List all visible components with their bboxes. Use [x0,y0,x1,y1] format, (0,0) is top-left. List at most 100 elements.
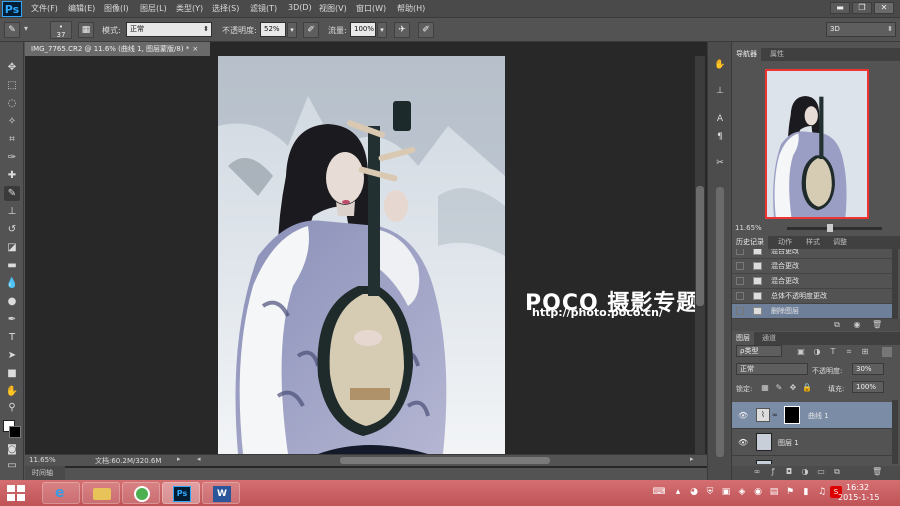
taskbar-internet-explorer[interactable]: e [42,482,80,504]
scroll-right-icon[interactable]: ▸ [690,455,694,463]
brush-presets-icon[interactable]: ✋ [713,58,727,72]
brush-preset-icon[interactable]: ✎ [4,22,20,38]
layer-row-curves[interactable]: 👁 ⌇ ∞ 曲线 1 [732,402,892,429]
clone-stamp-tool-icon[interactable]: ⊥ [4,204,20,219]
path-selection-tool-icon[interactable]: ➤ [4,348,20,363]
horizontal-scrollbar-thumb[interactable] [340,457,550,464]
tray-app-icon[interactable]: ◈ [736,486,748,498]
lock-position-icon[interactable]: ✥ [788,383,798,393]
lasso-tool-icon[interactable]: ◌ [4,96,20,111]
tab-properties[interactable]: 属性 [766,48,788,61]
strip-scrollbar[interactable] [716,187,724,457]
layer-mask-thumbnail[interactable] [784,406,800,424]
tab-actions[interactable]: 动作 [774,236,796,249]
history-snapshot-checkbox[interactable] [736,277,744,285]
tray-app-icon[interactable]: ▤ [768,486,780,498]
snapshot-camera-icon[interactable]: ◉ [852,320,862,330]
tray-app-icon[interactable]: ▣ [720,486,732,498]
flow-input[interactable]: 100% [350,22,376,37]
filter-toggle-icon[interactable] [882,347,892,357]
opacity-dropdown-icon[interactable]: ▾ [287,22,297,38]
history-item[interactable]: 混合更改 [732,274,892,289]
eye-icon[interactable]: 👁 [738,411,748,420]
history-snapshot-checkbox[interactable] [736,262,744,270]
lock-all-icon[interactable]: 🔒 [802,383,812,393]
filter-pixel-icon[interactable]: ▣ [796,347,806,357]
history-snapshot-checkbox[interactable] [736,307,744,315]
history-item[interactable]: 总体不透明度更改 [732,289,892,304]
taskbar-photoshop[interactable]: Ps [162,482,200,504]
lock-transparent-icon[interactable]: ▦ [760,383,770,393]
blur-tool-icon[interactable]: 💧 [4,276,20,291]
layer-row[interactable]: 👁 图层 [732,456,892,464]
eye-icon[interactable]: 👁 [738,438,748,447]
paragraph-panel-icon[interactable]: ¶ [713,130,727,144]
background-color-swatch[interactable] [9,426,21,438]
layer-opacity-input[interactable]: 30% [852,363,884,375]
navigator-zoom-slider[interactable] [787,227,882,230]
flag-icon[interactable]: ⚑ [784,486,796,498]
navigator-zoom-knob[interactable] [827,224,833,232]
volume-icon[interactable]: ♫ [816,486,828,498]
document-tab[interactable]: IMG_7765.CR2 @ 11.6% (曲线 1, 图层蒙版/8) * × [25,42,210,56]
blend-mode-select[interactable]: 正常 [736,363,808,375]
healing-brush-tool-icon[interactable]: ✚ [4,168,20,183]
history-brush-tool-icon[interactable]: ↺ [4,222,20,237]
menu-edit[interactable]: 编辑(E) [68,3,95,14]
trash-icon[interactable]: 🗑 [872,320,882,330]
network-icon[interactable]: ▮ [800,486,812,498]
menu-select[interactable]: 选择(S) [212,3,239,14]
menu-help[interactable]: 帮助(H) [397,3,425,14]
tab-channels[interactable]: 通道 [758,332,780,345]
adjustment-layer-icon[interactable]: ◑ [800,467,810,477]
taskbar-file-explorer[interactable] [82,482,120,504]
filter-smart-object-icon[interactable]: ⊞ [860,347,870,357]
zoom-tool-icon[interactable]: ⚲ [4,400,20,415]
filter-type-icon[interactable]: T [828,347,838,357]
menu-filter[interactable]: 滤镜(T) [250,3,277,14]
taskbar-word[interactable]: W [202,482,240,504]
chain-link-icon[interactable]: ∞ [772,411,778,419]
eyedropper-tool-icon[interactable]: ✑ [4,150,20,165]
brush-panel-icon[interactable]: ▦ [78,22,94,38]
tab-navigator[interactable]: 导航器 [732,48,761,61]
navigator-preview[interactable] [765,69,869,219]
fill-input[interactable]: 100% [852,381,884,393]
security-shield-icon[interactable]: ⛨ [704,486,716,498]
screen-mode-icon[interactable]: ▭ [4,458,20,473]
new-layer-icon[interactable]: ⧉ [832,467,842,477]
airbrush-icon[interactable]: ✈ [394,22,410,38]
pen-tool-icon[interactable]: ✒ [4,312,20,327]
restore-button[interactable]: ❐ [852,2,872,14]
history-snapshot-checkbox[interactable] [736,249,744,255]
add-mask-icon[interactable]: ◘ [784,467,794,477]
close-button[interactable]: ✕ [874,2,894,14]
brush-size-picker[interactable]: • 37 [50,21,72,39]
photo-canvas[interactable] [218,56,505,454]
menu-view[interactable]: 视图(V) [319,3,347,14]
trash-icon[interactable]: 🗑 [872,467,882,477]
tab-history[interactable]: 历史记录 [732,236,768,249]
brush-tool-icon[interactable]: ✎ [4,186,20,201]
history-item-selected[interactable]: 删除图层 [732,304,892,319]
clock-time[interactable]: 16:32 [846,483,869,492]
mode-select[interactable]: 正常 ⬍ [126,22,212,37]
chevron-down-icon[interactable]: ▾ [24,24,28,33]
status-menu-icon[interactable]: ▸ [177,455,181,463]
workspace-select[interactable]: 3D ⬍ [826,22,896,37]
history-item[interactable]: 混合更改 [732,259,892,274]
tray-expand-icon[interactable]: ▴ [672,486,684,498]
menu-file[interactable]: 文件(F) [31,3,58,14]
qq-icon[interactable]: ◕ [688,486,700,498]
marquee-tool-icon[interactable]: ⬚ [4,78,20,93]
layer-name[interactable]: 图层 1 [778,438,799,448]
layer-style-fx-icon[interactable]: ƒ [768,467,778,477]
crop-tool-icon[interactable]: ⌗ [4,132,20,147]
zoom-level[interactable]: 11.65% [29,456,56,464]
magic-wand-tool-icon[interactable]: ✧ [4,114,20,129]
type-tool-icon[interactable]: T [4,330,20,345]
scrollbar-thumb[interactable] [696,186,704,306]
tray-app-icon[interactable]: ◉ [752,486,764,498]
menu-window[interactable]: 窗口(W) [356,3,386,14]
flow-dropdown-icon[interactable]: ▾ [377,22,387,38]
